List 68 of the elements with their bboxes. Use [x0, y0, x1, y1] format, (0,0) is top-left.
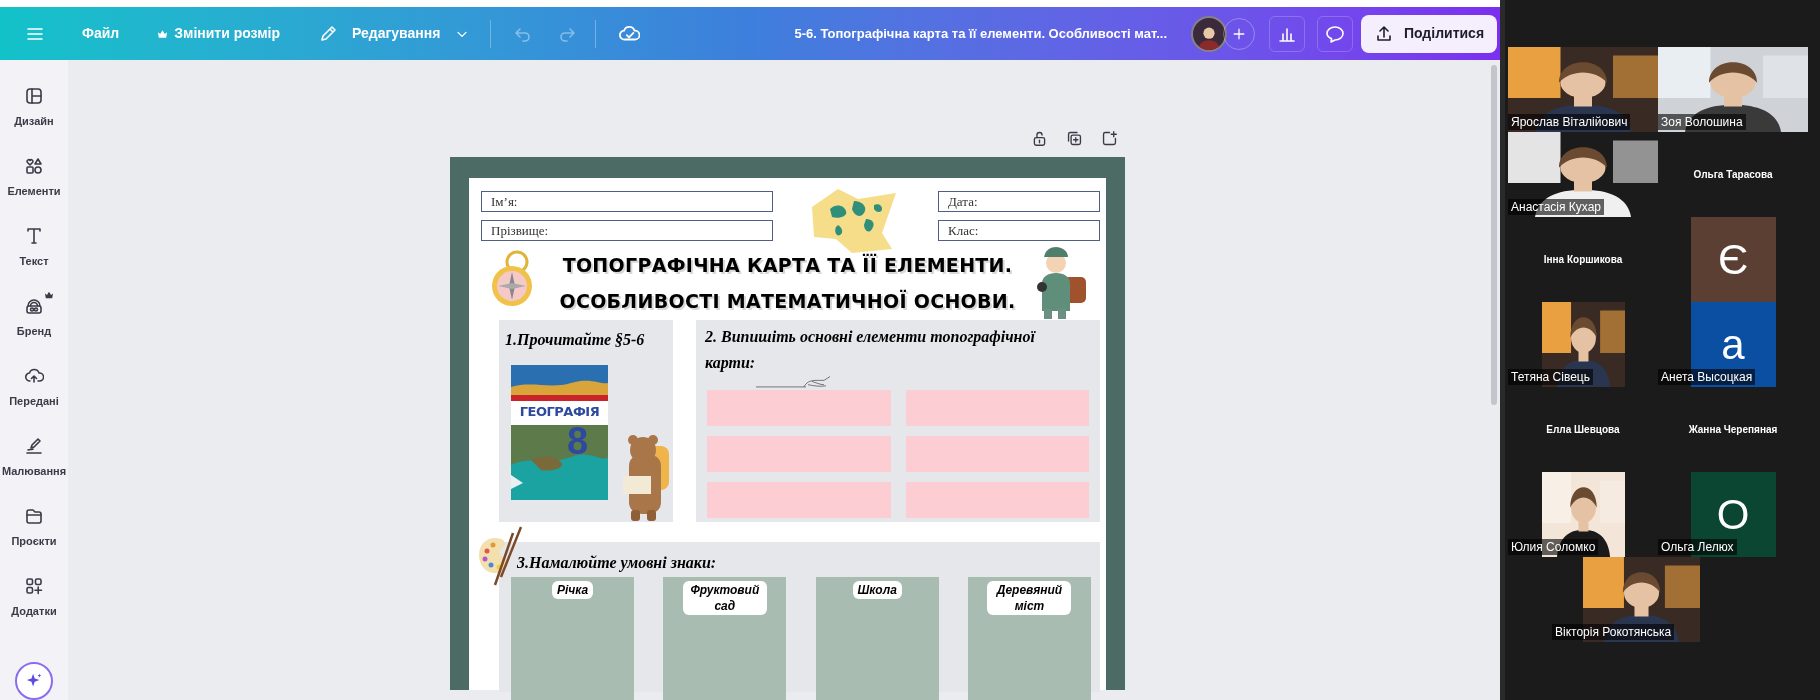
participant-name: Інна Коршикова [1543, 253, 1623, 267]
lock-icon[interactable] [1031, 130, 1048, 147]
sign-label: Фруктовий сад [682, 581, 767, 615]
participant-name: Ольга Тарасова [1693, 168, 1773, 182]
sidebar-item[interactable]: Додатки [1, 570, 67, 640]
answer-box[interactable] [707, 390, 891, 426]
magic-button[interactable] [15, 662, 53, 700]
participant-name: Ярослав Віталійович [1508, 114, 1631, 130]
participant-name: Анастасія Кухар [1508, 199, 1605, 215]
sidebar-item[interactable]: Елементи [1, 150, 67, 220]
shapes-icon [24, 156, 44, 176]
participant-name: Ольга Лелюх [1658, 539, 1737, 555]
sidebar-item[interactable]: Дизайн [1, 80, 67, 150]
answer-box[interactable] [905, 482, 1089, 518]
insights-button[interactable] [1269, 15, 1305, 52]
task-heading: 2. Випишіть основні елементи топографічної карти: [704, 327, 1037, 374]
sign-label: Школа [852, 581, 902, 599]
folder-icon [24, 506, 44, 526]
comment-button[interactable] [1317, 15, 1353, 52]
book-title: ГЕОГРАФІЯ [518, 403, 601, 421]
drawing-box[interactable]: Річка [511, 577, 634, 700]
participant-name: Вікторія Рокотянська [1552, 624, 1675, 640]
drawing-box[interactable]: Фруктовий сад [663, 577, 787, 700]
add-page-icon[interactable] [1101, 130, 1118, 147]
task-heading: 1.Прочитайте §5-6 [504, 330, 646, 351]
scrollbar-thumb[interactable] [1491, 65, 1497, 405]
answer-box[interactable] [707, 436, 891, 472]
sidebar-item[interactable]: Бренд [1, 290, 67, 360]
brand-kit-icon [24, 296, 44, 316]
sidebar-item[interactable]: Передані [1, 360, 67, 430]
crown-icon [44, 291, 54, 299]
drawing-box[interactable]: Деревяний міст [968, 577, 1091, 700]
pen-icon [24, 436, 44, 456]
title-line: ТОПОГРАФІЧНА КАРТА ТА ЇЇ ЕЛЕМЕНТИ. [562, 252, 1013, 278]
participant-name: Зоя Волошина [1658, 114, 1746, 130]
participant-name: Анета Высоцкая [1658, 369, 1756, 385]
drawing-box[interactable]: Школа [815, 577, 939, 700]
speech-bubble-icon [1325, 23, 1345, 44]
task-heading: 3.Намалюйте умовні знаки: [516, 553, 718, 573]
document-title: 5-6. Топографічна карта та її елементи. Особливості мат... [794, 24, 1167, 43]
name-field[interactable]: Ім’я: [481, 191, 773, 212]
pencil-icon [318, 23, 338, 44]
name-field[interactable]: Клас: [938, 220, 1100, 241]
answer-box[interactable] [905, 390, 1089, 426]
cloud-upload-icon [24, 366, 44, 386]
apps-icon [24, 576, 44, 596]
name-field[interactable]: Прізвище: [481, 220, 773, 241]
title-line: ОСОБЛИВОСТІ МАТЕМАТИЧНОЇ ОСНОВИ. [559, 288, 1016, 314]
duplicate-icon[interactable] [1066, 130, 1083, 147]
sidebar-item[interactable]: Проєкти [1, 500, 67, 570]
text-icon [24, 226, 44, 246]
share-button[interactable]: Поділитися [1361, 14, 1497, 53]
participant-name: Тетяна Сівець [1508, 369, 1593, 385]
sidebar-item[interactable]: Текст [1, 220, 67, 290]
participant-name: Жанна Черепяная [1688, 423, 1778, 437]
sidebar-item[interactable]: Малювання [1, 430, 67, 500]
participant-name: Елла Шевцова [1546, 423, 1620, 437]
name-field[interactable]: Дата: [938, 191, 1100, 212]
user-avatar[interactable] [1191, 15, 1227, 52]
layout-icon [24, 86, 44, 106]
answer-box[interactable] [707, 482, 891, 518]
participant-name: Юлия Соломко [1508, 539, 1599, 555]
sign-label: Річка [551, 581, 594, 599]
letter-avatar: Є [1690, 217, 1776, 302]
book-grade: 8 [567, 421, 589, 461]
crown-icon [157, 28, 169, 39]
sign-label: Деревяний міст [987, 581, 1072, 615]
answer-box[interactable] [905, 436, 1089, 472]
